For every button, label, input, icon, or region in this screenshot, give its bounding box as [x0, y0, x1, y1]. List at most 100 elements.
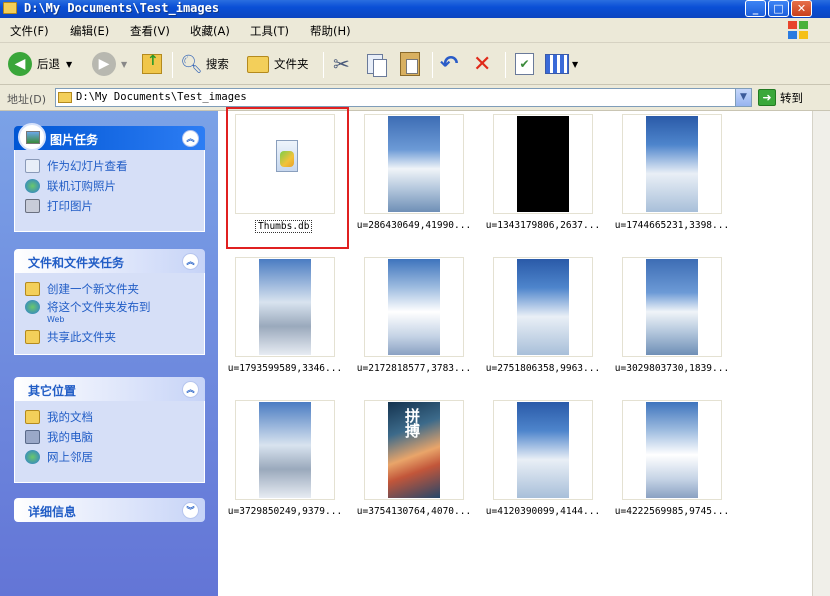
properties-icon[interactable]: ✔: [515, 50, 534, 78]
file-name-label[interactable]: u=3729850249,9379...: [221, 506, 349, 517]
place-my-computer[interactable]: 我的电脑: [25, 427, 204, 447]
folder-icon: [247, 55, 269, 73]
task-new-folder[interactable]: 创建一个新文件夹: [25, 279, 204, 299]
file-thumbnail[interactable]: [622, 400, 722, 500]
other-places-panel: 其它位置 ︽ 我的文档 我的电脑 网上邻居: [14, 377, 205, 483]
file-name-label[interactable]: u=2751806358,9963...: [479, 363, 607, 374]
task-share-folder[interactable]: 共享此文件夹: [25, 327, 204, 347]
printer-icon: [25, 199, 40, 213]
file-name-label[interactable]: u=1343179806,2637...: [479, 220, 607, 231]
address-dropdown-button[interactable]: ▼: [735, 89, 751, 106]
folder-icon: [3, 2, 17, 14]
file-thumbnail[interactable]: [364, 114, 464, 214]
file-name-label[interactable]: u=1744665231,3398...: [608, 220, 736, 231]
undo-icon[interactable]: ↶: [440, 50, 458, 78]
file-name-label[interactable]: u=2172818577,3783...: [350, 363, 478, 374]
back-button[interactable]: ◀ 后退 ▼: [8, 50, 72, 78]
window-title: D:\My Documents\Test_images: [24, 1, 220, 15]
file-thumbnail[interactable]: [622, 257, 722, 357]
file-thumbnail[interactable]: [493, 257, 593, 357]
close-button[interactable]: ✕: [791, 0, 812, 17]
collapse-chevron-icon[interactable]: ︽: [182, 381, 199, 398]
task-pane: 图片任务 ︽ 作为幻灯片查看 联机订购照片 打印图片 文件和文件夹任务 ︽ 创建…: [0, 111, 218, 596]
task-publish-web-suffix[interactable]: Web: [47, 315, 204, 327]
image-preview: [388, 116, 440, 212]
collapse-chevron-icon[interactable]: ︽: [182, 253, 199, 270]
chevron-down-icon[interactable]: ▼: [121, 60, 127, 69]
image-preview: 拼搏: [388, 402, 440, 498]
task-slideshow[interactable]: 作为幻灯片查看: [25, 156, 204, 176]
file-name-label[interactable]: u=286430649,41990...: [350, 220, 478, 231]
file-thumbnail[interactable]: [235, 400, 335, 500]
collapse-chevron-icon[interactable]: ︽: [182, 130, 199, 147]
file-thumbnail[interactable]: [493, 400, 593, 500]
maximize-button[interactable]: □: [768, 0, 789, 17]
menu-view[interactable]: 查看(V): [130, 23, 170, 39]
task-print-pictures[interactable]: 打印图片: [25, 196, 204, 216]
folder-icon: [58, 92, 72, 103]
up-folder-button[interactable]: ↑: [142, 50, 162, 78]
details-panel: 详细信息 ︾: [14, 498, 205, 522]
file-thumbnail[interactable]: [364, 257, 464, 357]
toolbar: ◀ 后退 ▼ ▶ ▼ ↑ 🔍︎ 搜索 文件夹 ✂ ↶ ✕ ✔ ▼: [0, 43, 830, 85]
chevron-down-icon[interactable]: ▼: [66, 60, 72, 69]
image-preview: [388, 259, 440, 355]
forward-arrow-icon: ▶: [92, 52, 116, 76]
expand-chevron-icon[interactable]: ︾: [182, 502, 199, 519]
windows-logo-icon: [788, 21, 810, 39]
address-input[interactable]: D:\My Documents\Test_images ▼: [55, 88, 752, 107]
search-icon: 🔍︎: [180, 53, 203, 75]
menu-tools[interactable]: 工具(T): [250, 23, 289, 39]
file-tasks-header[interactable]: 文件和文件夹任务 ︽: [14, 249, 205, 273]
image-preview: [517, 402, 569, 498]
file-name-label[interactable]: u=4120390099,4144...: [479, 506, 607, 517]
image-preview: [259, 402, 311, 498]
task-order-prints[interactable]: 联机订购照片: [25, 176, 204, 196]
minimize-button[interactable]: _: [745, 0, 766, 17]
views-button[interactable]: ▼: [545, 50, 578, 78]
title-bar: D:\My Documents\Test_images _ □ ✕: [0, 0, 830, 18]
selection-highlight: [226, 107, 349, 249]
my-documents-icon: [25, 410, 40, 424]
views-icon: [545, 54, 569, 74]
file-thumbnail[interactable]: 拼搏: [364, 400, 464, 500]
file-thumbnail[interactable]: [622, 114, 722, 214]
image-preview: [259, 259, 311, 355]
go-button[interactable]: ➜ 转到: [758, 89, 803, 106]
file-tasks-panel: 文件和文件夹任务 ︽ 创建一个新文件夹 将这个文件夹发布到 Web 共享此文件夹: [14, 249, 205, 355]
file-thumbnail[interactable]: [493, 114, 593, 214]
search-button[interactable]: 🔍︎ 搜索: [180, 50, 229, 78]
image-preview: [646, 259, 698, 355]
computer-icon: [25, 430, 40, 444]
pictures-icon: [18, 123, 46, 151]
menu-bar: 文件(F) 编辑(E) 查看(V) 收藏(A) 工具(T) 帮助(H): [0, 18, 830, 43]
forward-button[interactable]: ▶ ▼: [92, 50, 127, 78]
task-publish-web[interactable]: 将这个文件夹发布到: [25, 299, 204, 315]
folders-button[interactable]: 文件夹: [247, 50, 309, 78]
place-my-documents[interactable]: 我的文档: [25, 407, 204, 427]
file-name-label[interactable]: u=3029803730,1839...: [608, 363, 736, 374]
place-network[interactable]: 网上邻居: [25, 447, 204, 467]
file-name-label[interactable]: u=4222569985,9745...: [608, 506, 736, 517]
menu-help[interactable]: 帮助(H): [310, 23, 351, 39]
paste-icon[interactable]: [400, 50, 420, 78]
cut-icon[interactable]: ✂: [333, 50, 350, 78]
vertical-scrollbar[interactable]: [812, 111, 830, 596]
file-thumbnail[interactable]: [235, 257, 335, 357]
chevron-down-icon[interactable]: ▼: [572, 60, 578, 69]
go-arrow-icon: ➜: [758, 89, 776, 106]
menu-edit[interactable]: 编辑(E): [70, 23, 109, 39]
picture-tasks-panel: 图片任务 ︽ 作为幻灯片查看 联机订购照片 打印图片: [14, 123, 205, 232]
copy-icon[interactable]: [367, 50, 387, 78]
file-name-label[interactable]: u=3754130764,4070...: [350, 506, 478, 517]
file-name-label[interactable]: u=1793599589,3346...: [221, 363, 349, 374]
image-preview: [517, 259, 569, 355]
details-header[interactable]: 详细信息 ︾: [14, 498, 205, 522]
picture-tasks-header[interactable]: 图片任务 ︽: [14, 123, 205, 151]
image-preview: [646, 402, 698, 498]
menu-file[interactable]: 文件(F): [10, 23, 49, 39]
menu-favorites[interactable]: 收藏(A): [190, 23, 230, 39]
delete-icon[interactable]: ✕: [473, 50, 491, 78]
other-places-header[interactable]: 其它位置 ︽: [14, 377, 205, 401]
address-path[interactable]: D:\My Documents\Test_images: [76, 91, 247, 103]
